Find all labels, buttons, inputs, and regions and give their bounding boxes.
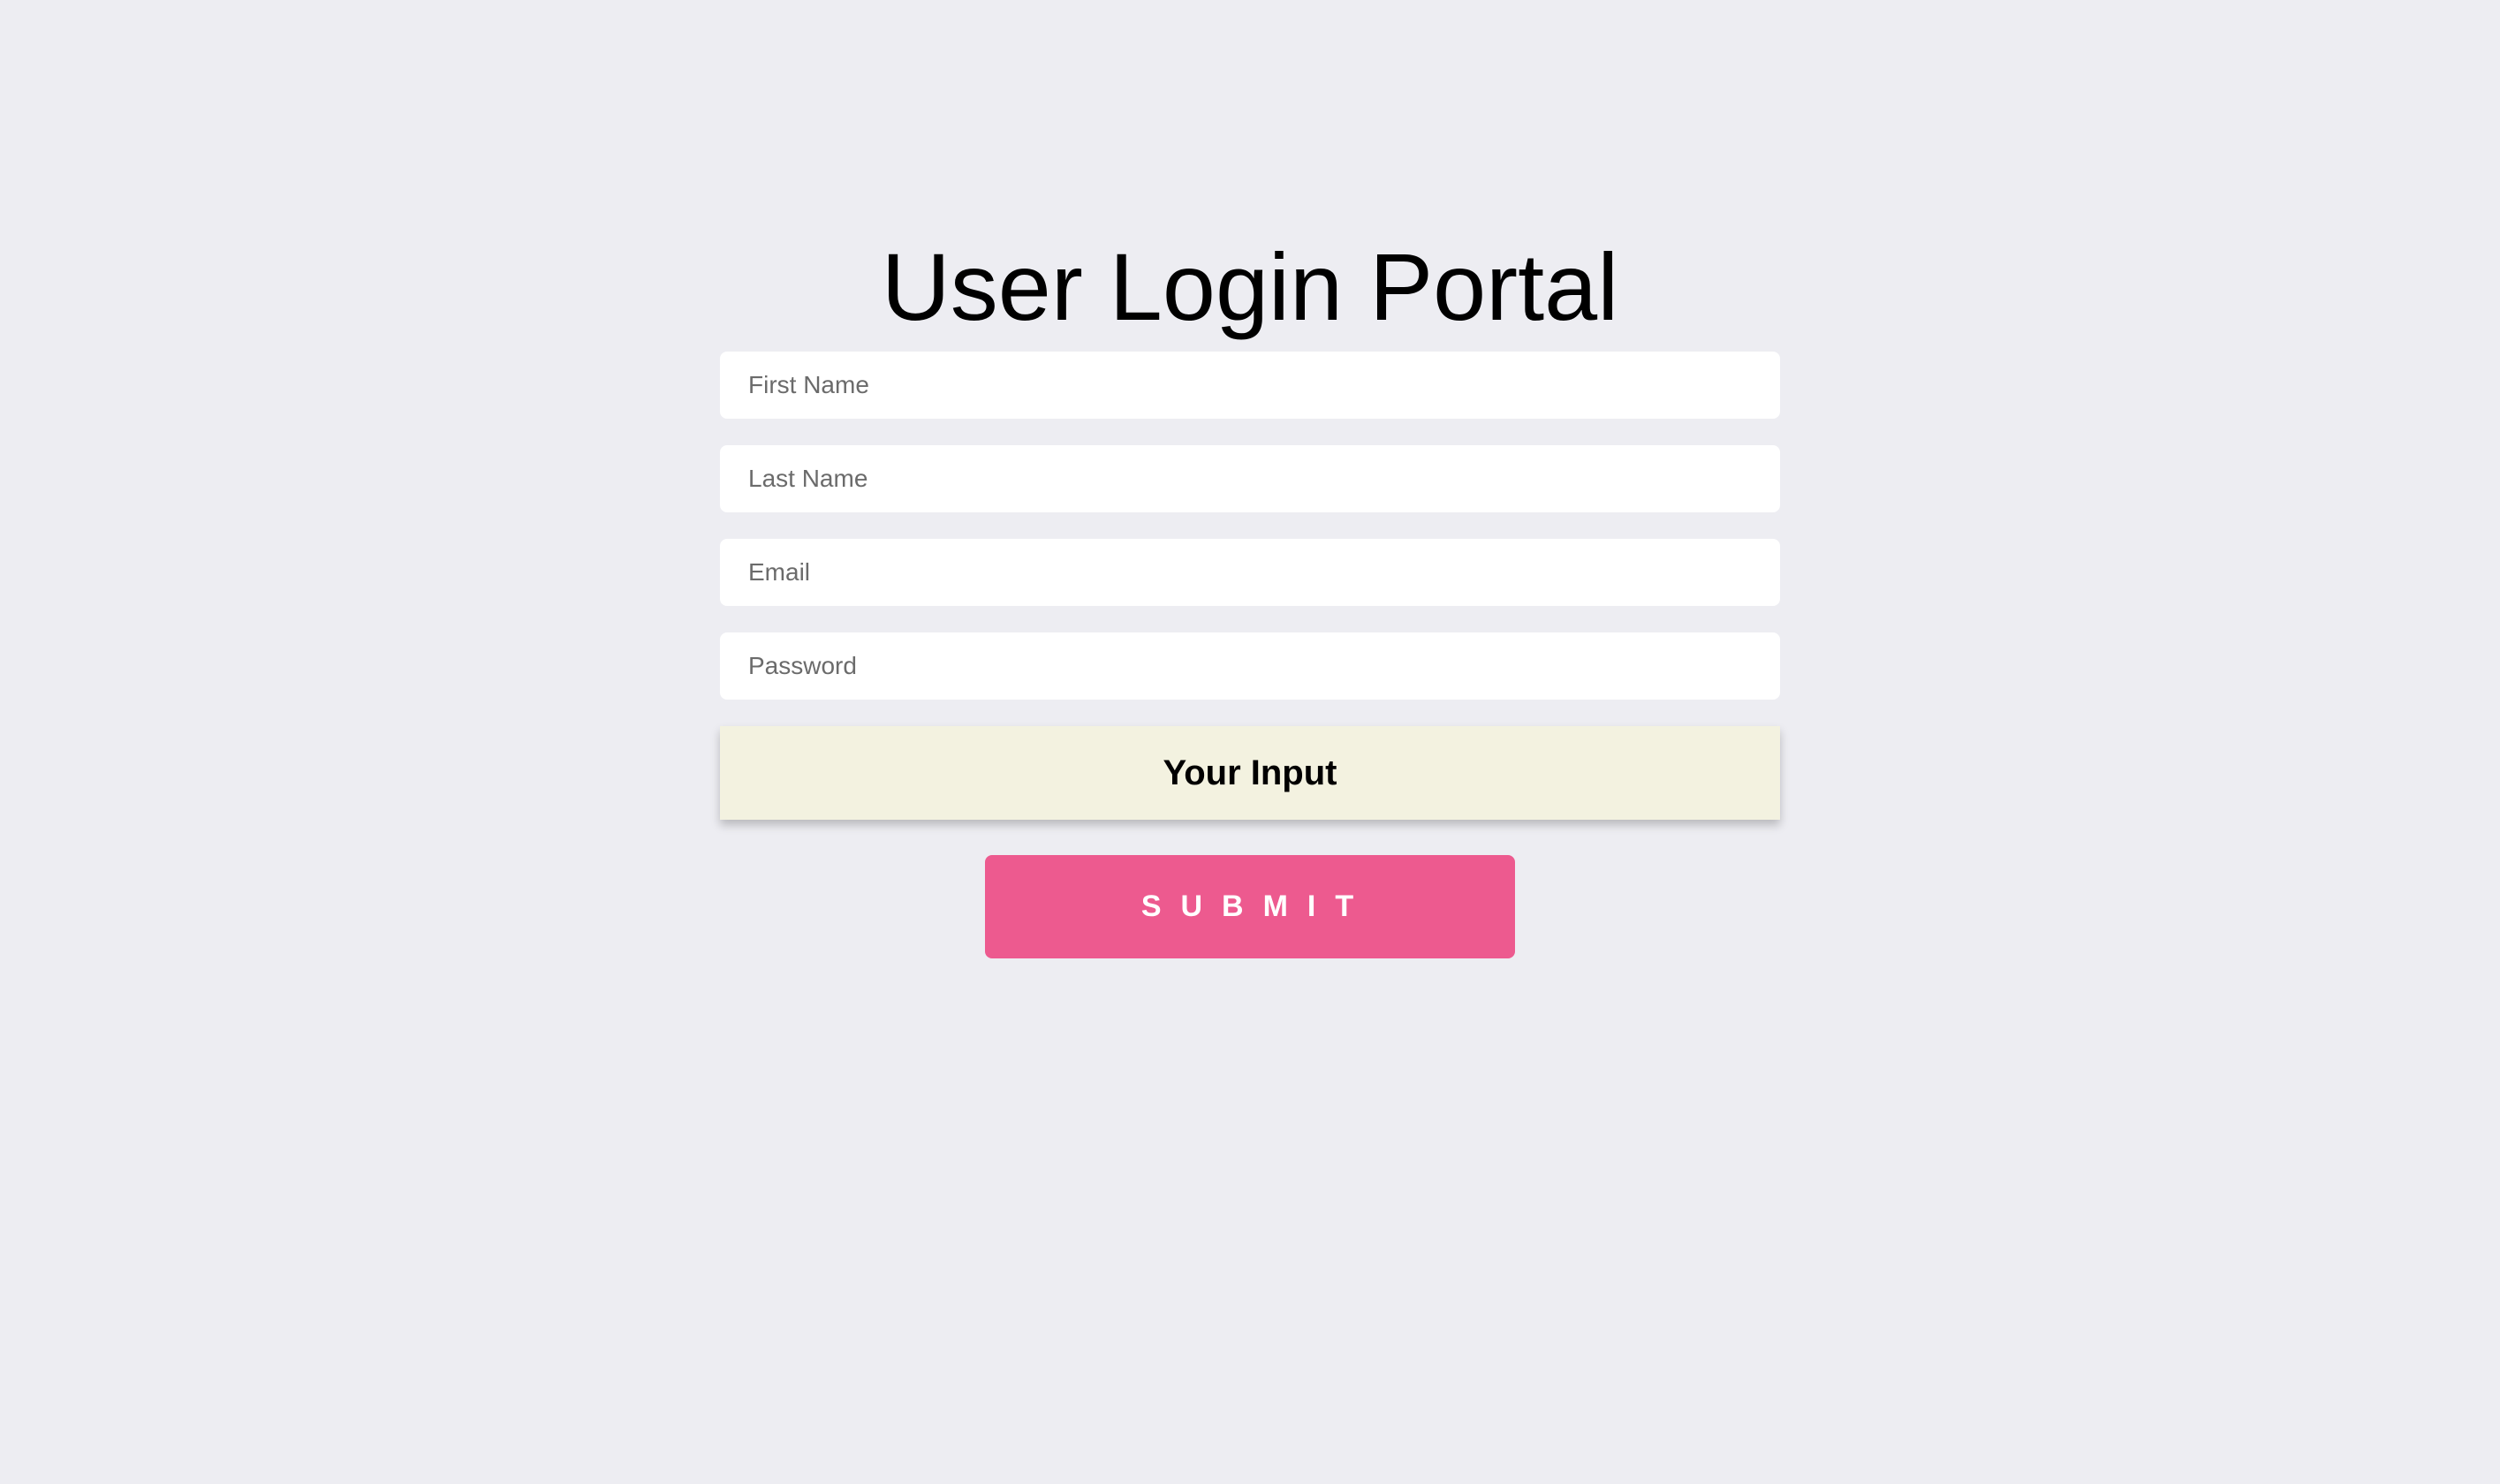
page-title: User Login Portal [881, 233, 1619, 340]
your-input-label: Your Input [1163, 753, 1337, 792]
your-input-box: Your Input [720, 726, 1780, 820]
submit-button[interactable]: SUBMIT [985, 855, 1515, 958]
submit-container: SUBMIT [720, 855, 1780, 958]
password-field[interactable] [720, 632, 1780, 700]
email-field[interactable] [720, 539, 1780, 606]
login-portal: User Login Portal Your Input SUBMIT [720, 223, 1780, 958]
last-name-field[interactable] [720, 445, 1780, 512]
first-name-field[interactable] [720, 352, 1780, 419]
